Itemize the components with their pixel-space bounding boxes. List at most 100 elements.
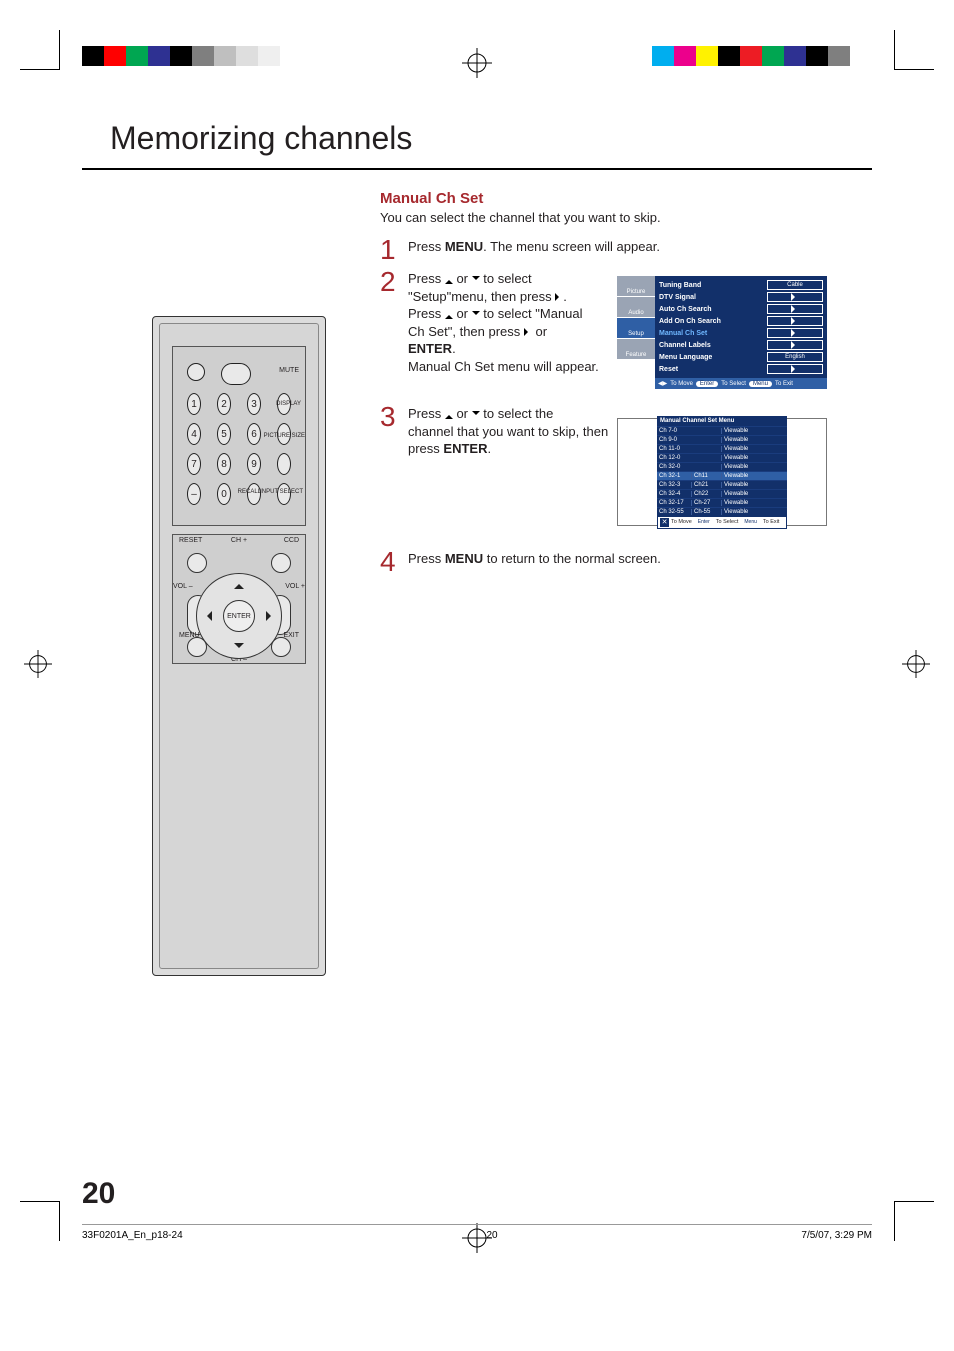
step-text: Manual Ch Set menu will appear. — [408, 359, 599, 374]
step-text: Ch Set", then press — [408, 324, 524, 339]
label-display: DISPLAY — [276, 401, 301, 407]
color-swatch — [828, 46, 850, 66]
key-4[interactable]: 4 — [187, 423, 201, 445]
osd-setup-row[interactable]: Channel Labels — [659, 339, 823, 351]
step-text: Press — [408, 239, 445, 254]
color-swatch — [740, 46, 762, 66]
close-x-icon: ✕ — [660, 518, 669, 527]
color-swatch — [236, 46, 258, 66]
crop-mark — [894, 1201, 934, 1241]
osd-manual-row[interactable]: Ch 11-0Viewable — [657, 444, 787, 453]
osd-row-label: Menu Language — [659, 354, 767, 361]
osd-tab-setup[interactable]: Setup — [617, 318, 655, 338]
dpad-left-icon — [202, 611, 212, 621]
step-4: 4 Press MENU to return to the normal scr… — [380, 550, 661, 568]
osd-row-value: Cable — [767, 280, 823, 290]
remote-body: POWER SLEEP MUTE 123 DISPLAY 456 PICTURE… — [159, 323, 319, 969]
key-3[interactable]: 3 — [247, 393, 261, 415]
registration-mark — [462, 48, 492, 78]
key-5[interactable]: 5 — [217, 423, 231, 445]
osd-row-value — [767, 364, 823, 374]
remote-nav-panel: RESET CCD CH + CH – VOL – VOL + ENTER ME… — [172, 534, 306, 664]
step-number: 2 — [380, 266, 396, 298]
step-text: Press — [408, 406, 445, 421]
color-swatch-bar — [82, 46, 302, 66]
key-1[interactable]: 1 — [187, 393, 201, 415]
label-input-select: INPUT SELECT — [260, 489, 303, 495]
osd-setup-row[interactable]: Add On Ch Search — [659, 315, 823, 327]
color-swatch — [82, 46, 104, 66]
osd-manual-row[interactable]: Ch 12-0Viewable — [657, 453, 787, 462]
color-swatch — [126, 46, 148, 66]
step-number: 4 — [380, 546, 396, 578]
osd-manual-row[interactable]: Ch 32-55Ch-55Viewable — [657, 507, 787, 516]
osd-manual-row[interactable]: Ch 32-3Ch21Viewable — [657, 480, 787, 489]
step-text: . — [452, 341, 456, 356]
osd-manual-footer: ✕ To Move Enter To Select Menu To Exit — [657, 516, 787, 529]
dpad-up-icon — [234, 579, 244, 589]
osd-row-label: Tuning Band — [659, 282, 767, 289]
osd-manual-row[interactable]: Ch 32-17Ch-27Viewable — [657, 498, 787, 507]
osd-row-label: Auto Ch Search — [659, 306, 767, 313]
step-text: or — [453, 271, 472, 286]
step-3: 3 Press or to select the channel that yo… — [380, 405, 628, 458]
crop-mark — [20, 30, 60, 70]
osd-setup-row[interactable]: Menu LanguageEnglish — [659, 351, 823, 363]
label-picture-size: PICTURE SIZE — [264, 433, 305, 439]
osd-tab-feature[interactable]: Feature — [617, 339, 655, 359]
picture-size-button[interactable] — [277, 453, 291, 475]
key-8[interactable]: 8 — [217, 453, 231, 475]
exit-button[interactable] — [271, 637, 291, 657]
reset-button[interactable] — [187, 553, 207, 573]
sleep-button[interactable] — [221, 363, 251, 385]
color-swatch — [784, 46, 806, 66]
osd-manual-row[interactable]: Ch 7-0Viewable — [657, 426, 787, 435]
power-button[interactable] — [187, 363, 205, 381]
print-footer: 33F0201A_En_p18-24 20 7/5/07, 3:29 PM — [82, 1230, 872, 1241]
osd-manual-row[interactable]: Ch 32-0Viewable — [657, 462, 787, 471]
osd-setup-row[interactable]: Auto Ch Search — [659, 303, 823, 315]
menu-button[interactable] — [187, 637, 207, 657]
osd-setup-row[interactable]: Reset — [659, 363, 823, 375]
step-text: . The menu screen will appear. — [483, 239, 660, 254]
dpad-down-icon — [234, 643, 244, 653]
osd-setup-row[interactable]: Tuning BandCable — [659, 279, 823, 291]
ccd-button[interactable] — [271, 553, 291, 573]
label-mute: MUTE — [279, 367, 299, 374]
key-2[interactable]: 2 — [217, 393, 231, 415]
key-dash[interactable]: – — [187, 483, 201, 505]
footer-date: 7/5/07, 3:29 PM — [801, 1230, 872, 1241]
step-text: to return to the normal screen. — [483, 551, 661, 566]
osd-manual-row[interactable]: Ch 32-4Ch22Viewable — [657, 489, 787, 498]
enter-button[interactable]: ENTER — [223, 600, 255, 632]
remote-keypad: MUTE 123 DISPLAY 456 PICTURE SIZE 789 IN… — [172, 346, 306, 526]
color-swatch — [674, 46, 696, 66]
osd-manual-row[interactable]: Ch 32-1Ch11Viewable — [657, 471, 787, 480]
page-title: Memorizing channels — [110, 120, 412, 157]
key-enter: ENTER — [408, 341, 452, 356]
key-0[interactable]: 0 — [217, 483, 231, 505]
key-menu: MENU — [445, 239, 483, 254]
osd-tab-audio[interactable]: Audio — [617, 297, 655, 317]
osd-setup-row[interactable]: DTV Signal — [659, 291, 823, 303]
key-7[interactable]: 7 — [187, 453, 201, 475]
footer-rule — [82, 1224, 872, 1225]
step-text: . — [487, 441, 491, 456]
osd-row-value — [767, 292, 823, 302]
step-text: channel that you want to skip, then pres… — [408, 424, 608, 457]
osd-row-label: Add On Ch Search — [659, 318, 767, 325]
label-vol-plus: VOL + — [285, 583, 305, 590]
up-arrow-icon — [445, 276, 453, 284]
section-heading: Manual Ch Set — [380, 190, 483, 207]
key-6[interactable]: 6 — [247, 423, 261, 445]
osd-row-label: Channel Labels — [659, 342, 767, 349]
osd-setup-row[interactable]: Manual Ch Set — [659, 327, 823, 339]
color-swatch — [850, 46, 872, 66]
dpad-right-icon — [266, 611, 276, 621]
osd-tab-picture[interactable]: Picture — [617, 276, 655, 296]
osd-manual-row[interactable]: Ch 9-0Viewable — [657, 435, 787, 444]
crop-mark — [894, 30, 934, 70]
label-vol-minus: VOL – — [173, 583, 193, 590]
color-swatch — [806, 46, 828, 66]
key-9[interactable]: 9 — [247, 453, 261, 475]
